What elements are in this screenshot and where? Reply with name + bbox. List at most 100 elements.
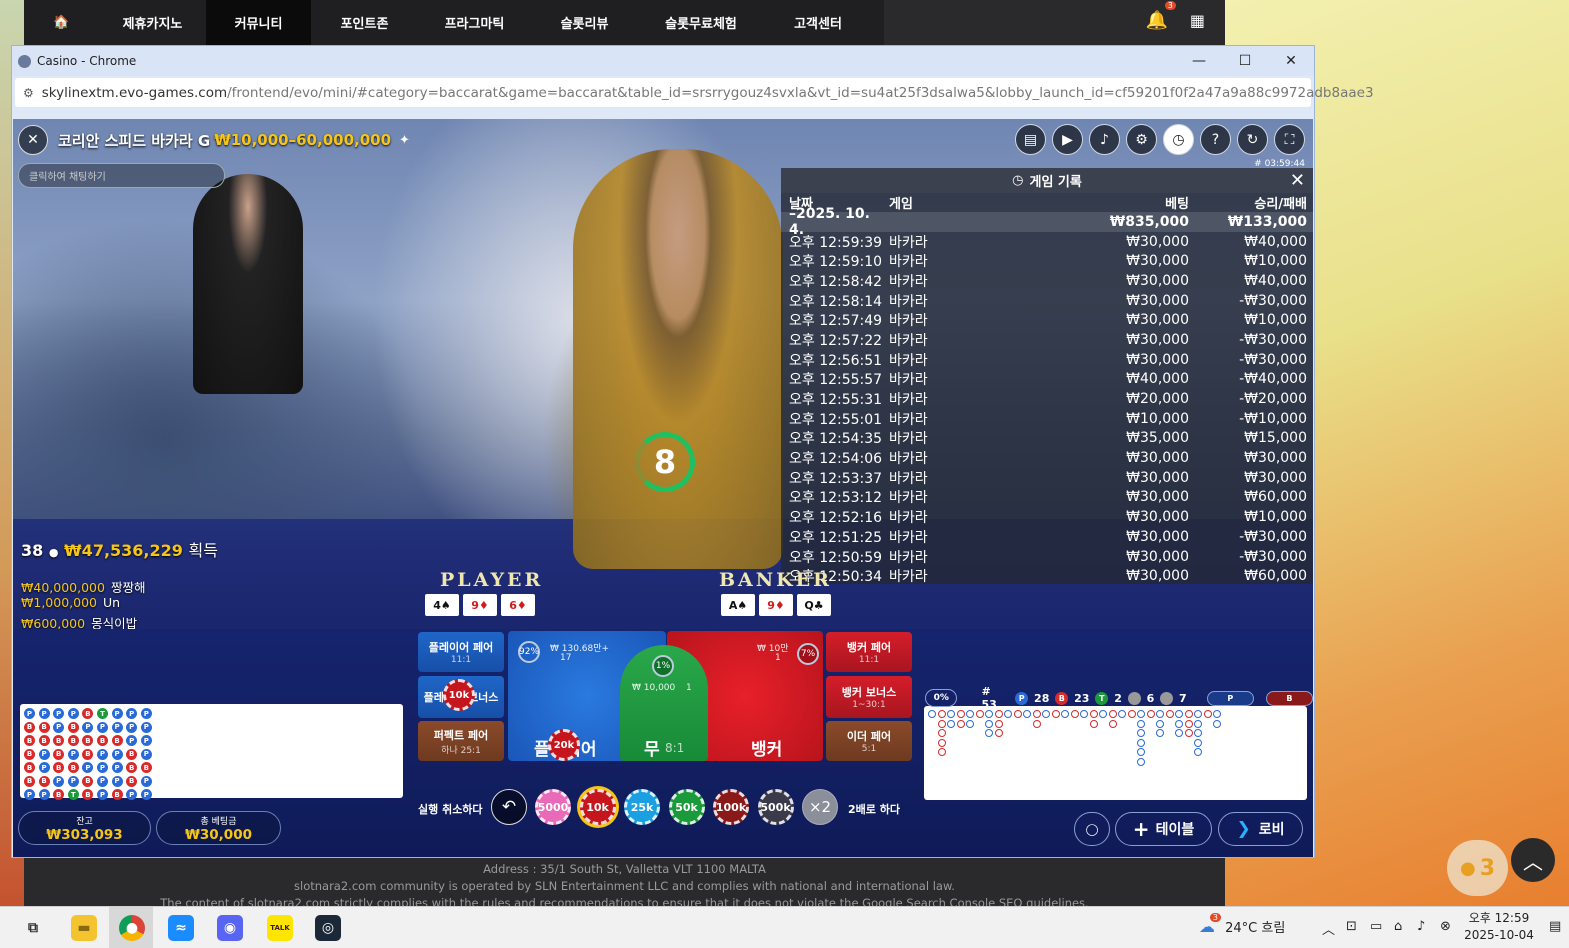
history-row[interactable]: 오후 12:55:31 바카라 ₩20,000 -₩20,000 — [781, 389, 1313, 409]
chat-bubble-button[interactable]: ◯ — [1074, 812, 1110, 846]
bead-B: B — [53, 748, 65, 760]
steam-icon[interactable]: ◎ — [315, 915, 341, 941]
history-time: 오후 12:55:57 — [789, 372, 883, 389]
minimize-button[interactable]: — — [1176, 46, 1222, 76]
nav-item-3[interactable]: 포인트존 — [311, 0, 418, 45]
undo-button[interactable]: ↶ — [491, 789, 527, 825]
history-clock-icon[interactable]: ◷ — [1163, 124, 1194, 155]
bead-P: P — [126, 735, 138, 746]
tray-chevron-icon[interactable]: ︿ — [1322, 919, 1335, 938]
floating-chat-button[interactable]: ● 3 — [1447, 840, 1508, 896]
settings-gear-icon[interactable]: ⚙ — [1126, 124, 1157, 155]
nav-item-5[interactable]: 슬롯리뷰 — [531, 0, 638, 45]
nav-item-1[interactable]: 제휴카지노 — [99, 0, 206, 45]
messenger-icon[interactable]: ≈ — [168, 915, 194, 941]
tie-main-bet[interactable]: 1% ₩ 10,000 1 무 8:1 — [620, 645, 708, 761]
table-button[interactable]: + 테이블 — [1115, 812, 1212, 846]
history-row[interactable]: 오후 12:52:16 바카라 ₩30,000 ₩10,000 — [781, 507, 1313, 527]
discord-icon[interactable]: ◉ — [217, 915, 243, 941]
weather-widget[interactable]: ☁ 3 24°C 흐림 — [1199, 913, 1285, 936]
bead-P: P — [140, 721, 152, 733]
file-explorer-icon[interactable]: ▬ — [71, 915, 97, 941]
history-time: 오후 12:57:49 — [789, 313, 883, 330]
pin-icon[interactable]: ✦ — [399, 133, 410, 148]
history-bet: ₩30,000 — [1126, 351, 1189, 368]
close-window-button[interactable]: ✕ — [1268, 46, 1314, 76]
player-card: 9♦ — [463, 594, 497, 616]
history-row[interactable]: 오후 12:57:22 바카라 ₩30,000 -₩30,000 — [781, 330, 1313, 350]
url-text[interactable]: skylinextm.evo-games.com/frontend/evo/mi… — [42, 85, 1374, 101]
history-row[interactable]: 오후 12:55:57 바카라 ₩40,000 -₩40,000 — [781, 370, 1313, 390]
close-game-button[interactable]: ✕ — [18, 125, 48, 155]
chat-icon[interactable]: ▤ — [1015, 124, 1046, 155]
chip-500k[interactable]: 500k — [757, 789, 794, 825]
bead-road[interactable]: PBBBBBPPBBPPBPPPBBBPBPBBPBPTBPBBPBBTPBPP… — [20, 704, 403, 800]
perfect-pair-bet[interactable]: 퍼펙트 페어 하나 25:1 — [418, 721, 504, 761]
banker-ask-button[interactable]: B — [1265, 690, 1313, 706]
history-row[interactable]: 오후 12:51:25 바카라 ₩30,000 -₩30,000 — [781, 527, 1313, 547]
player-ask-button[interactable]: P — [1206, 690, 1254, 706]
maximize-button[interactable]: ☐ — [1222, 46, 1268, 76]
either-pair-bet[interactable]: 이더 페어 5:1 — [826, 721, 912, 761]
kakaotalk-icon[interactable]: TALK — [267, 915, 293, 941]
placed-chip-player-main[interactable]: 20k — [548, 729, 580, 761]
nav-item-4[interactable]: 프라그마틱 — [418, 0, 531, 45]
chip-100k[interactable]: 100k — [713, 789, 749, 825]
chip-25k[interactable]: 25k — [624, 789, 660, 825]
close-history-icon[interactable]: ✕ — [1290, 170, 1305, 191]
chip-5000[interactable]: 5000 — [535, 789, 571, 825]
nav-item-7[interactable]: 고객센터 — [764, 0, 872, 45]
nav-item-6[interactable]: 슬롯무료체험 — [638, 0, 764, 45]
network-icon[interactable]: ⌂ — [1394, 919, 1402, 934]
nav-item-2[interactable]: 커뮤니티 — [206, 0, 311, 45]
rotate-icon[interactable]: ↻ — [1237, 124, 1268, 155]
chrome-icon — [18, 54, 31, 68]
tray-close-icon[interactable]: ⊗ — [1440, 919, 1451, 934]
history-row[interactable]: 오후 12:55:01 바카라 ₩10,000 -₩10,000 — [781, 409, 1313, 429]
big-road[interactable] — [924, 706, 1307, 800]
history-row[interactable]: 오후 12:50:34 바카라 ₩30,000 ₩60,000 — [781, 566, 1313, 586]
lobby-button[interactable]: ❯ 로비 — [1218, 812, 1303, 846]
history-game: 바카라 — [889, 313, 928, 330]
big-road-player — [1194, 748, 1202, 756]
chip-50k[interactable]: 50k — [668, 789, 705, 825]
scroll-to-top-button[interactable]: ︿ — [1511, 838, 1555, 882]
banker-pair-bet[interactable]: 뱅커 페어 11:1 — [826, 632, 912, 672]
history-row[interactable]: 오후 12:58:14 바카라 ₩30,000 -₩30,000 — [781, 291, 1313, 311]
history-row[interactable]: 오후 12:50:59 바카라 ₩30,000 -₩30,000 — [781, 547, 1313, 567]
notification-bell-icon[interactable]: 🔔 3 — [1145, 1, 1176, 31]
nav-item-0[interactable]: 🏠 — [24, 0, 99, 45]
history-row[interactable]: 오후 12:53:37 바카라 ₩30,000 ₩30,000 — [781, 468, 1313, 488]
chip-10k[interactable]: 10k — [579, 789, 616, 825]
volume-icon[interactable]: ♪ — [1417, 919, 1425, 934]
tray-app-icon[interactable]: ⊡ — [1346, 919, 1357, 934]
fullscreen-icon[interactable]: ⛶ — [1274, 124, 1305, 155]
banker-pair-count: 7 — [1179, 691, 1187, 705]
address-bar[interactable]: ⚙ skylinextm.evo-games.com/frontend/evo/… — [15, 78, 1374, 107]
banker-bonus-bet[interactable]: 뱅커 보너스 1~30:1 — [826, 676, 912, 718]
tray-display-icon[interactable]: ▭ — [1370, 919, 1382, 934]
history-row[interactable]: 오후 12:53:12 바카라 ₩30,000 ₩60,000 — [781, 488, 1313, 508]
sound-icon[interactable]: ♪ — [1089, 124, 1120, 155]
bead-P: P — [24, 789, 35, 800]
help-icon[interactable]: ? — [1200, 124, 1231, 155]
double-button[interactable]: ×2 — [802, 789, 838, 825]
history-row[interactable]: 오후 12:54:35 바카라 ₩35,000 ₩15,000 — [781, 429, 1313, 449]
history-row[interactable]: 오후 12:58:42 바카라 ₩30,000 ₩40,000 — [781, 271, 1313, 291]
notifications-icon[interactable]: ▤ — [1549, 919, 1561, 934]
site-settings-icon[interactable]: ⚙ — [23, 86, 34, 100]
history-row[interactable]: 오후 12:59:10 바카라 ₩30,000 ₩10,000 — [781, 251, 1313, 271]
chrome-taskbar-icon[interactable]: ● — [119, 915, 145, 941]
player-pair-bet[interactable]: 플레이어 페어 11:1 — [418, 632, 504, 672]
history-date-row[interactable]: –2025. 10. 4. ₩835,000 ₩133,000 — [781, 206, 1313, 238]
history-row[interactable]: 오후 12:59:39 바카라 ₩30,000 ₩40,000 — [781, 232, 1313, 252]
video-icon[interactable]: ▶ — [1052, 124, 1083, 155]
placed-chip-player-bonus[interactable]: 10k — [443, 679, 475, 711]
history-row[interactable]: 오후 12:57:49 바카라 ₩30,000 ₩10,000 — [781, 310, 1313, 330]
apps-grid-icon[interactable]: ▦ — [1190, 11, 1205, 30]
chat-input[interactable]: 클릭하여 채팅하기 — [18, 163, 225, 188]
history-row[interactable]: 오후 12:56:51 바카라 ₩30,000 -₩30,000 — [781, 350, 1313, 370]
task-view-icon[interactable]: ⧉ — [20, 915, 46, 941]
history-row[interactable]: 오후 12:54:06 바카라 ₩30,000 ₩30,000 — [781, 448, 1313, 468]
system-clock[interactable]: 오후 12:59 2025-10-04 — [1459, 910, 1539, 944]
